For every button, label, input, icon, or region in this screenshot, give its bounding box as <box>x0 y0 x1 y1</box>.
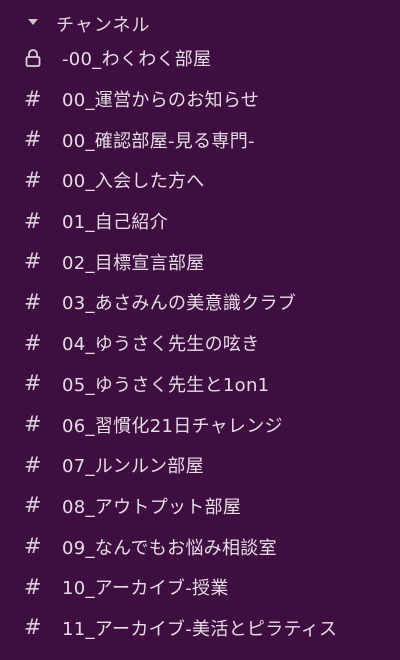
section-title: チャンネル <box>56 15 151 36</box>
channel-item-self-intro[interactable]: # 01_自己紹介 <box>0 201 400 242</box>
hash-icon: # <box>24 127 42 152</box>
channel-name: 04_ゆうさく先生の呟き <box>62 334 260 356</box>
hash-icon: # <box>24 534 42 559</box>
channel-item-archive-pilates[interactable]: # 11_アーカイブ-美活とピラティス <box>0 608 400 649</box>
channel-item-beauty-club[interactable]: # 03_あさみんの美意識クラブ <box>0 282 400 323</box>
channel-item-habit-challenge[interactable]: # 06_習慣化21日チャレンジ <box>0 404 400 445</box>
channel-name: 07_ルンルン部屋 <box>62 456 204 478</box>
hash-icon: # <box>24 208 42 233</box>
channel-item-announcements[interactable]: # 00_運営からのお知らせ <box>0 79 400 120</box>
hash-icon: # <box>24 371 42 396</box>
channel-name: 05_ゆうさく先生と1on1 <box>62 374 270 396</box>
hash-icon: # <box>24 574 42 599</box>
channel-name: 01_自己紹介 <box>62 212 169 234</box>
channel-name: 08_アウトプット部屋 <box>62 496 242 518</box>
hash-icon: # <box>24 86 42 111</box>
channel-item-runrun[interactable]: # 07_ルンルン部屋 <box>0 445 400 486</box>
channel-name: 06_習慣化21日チャレンジ <box>62 415 283 437</box>
channel-item-goals[interactable]: # 02_目標宣言部屋 <box>0 241 400 282</box>
channel-name: 11_アーカイブ-美活とピラティス <box>62 618 338 640</box>
channel-name: 10_アーカイブ-授業 <box>62 578 229 600</box>
hash-icon: # <box>24 452 42 477</box>
hash-icon: # <box>24 289 42 314</box>
channel-sidebar: チャンネル -00_わくわく部屋 # 00_運営からのお知らせ # 00_確認部… <box>0 0 400 660</box>
hash-icon: # <box>24 615 42 640</box>
channel-item-archive-lessons[interactable]: # 10_アーカイブ-授業 <box>0 567 400 608</box>
channel-name: -00_わくわく部屋 <box>62 49 212 71</box>
channel-name: 09_なんでもお悩み相談室 <box>62 537 277 559</box>
caret-down-icon[interactable] <box>28 19 38 25</box>
hash-icon: # <box>24 249 42 274</box>
channel-name: 00_入会した方へ <box>62 171 205 193</box>
hash-icon: # <box>24 167 42 192</box>
channel-name: 00_運営からのお知らせ <box>62 90 260 112</box>
channel-name: 02_目標宣言部屋 <box>62 252 205 274</box>
channel-name: 03_あさみんの美意識クラブ <box>62 293 297 315</box>
channel-item-yusaku-1on1[interactable]: # 05_ゆうさく先生と1on1 <box>0 364 400 405</box>
channel-name: 00_確認部屋-見る専門- <box>62 130 255 152</box>
channel-item-wakuwaku[interactable]: -00_わくわく部屋 <box>0 38 400 79</box>
channel-item-yusaku-murmurs[interactable]: # 04_ゆうさく先生の呟き <box>0 323 400 364</box>
lock-icon <box>24 48 50 68</box>
hash-icon: # <box>24 412 42 437</box>
channel-item-consultation[interactable]: # 09_なんでもお悩み相談室 <box>0 526 400 567</box>
channel-item-confirm-room[interactable]: # 00_確認部屋-見る専門- <box>0 119 400 160</box>
channels-section-header[interactable]: チャンネル <box>0 0 400 38</box>
channel-list: -00_わくわく部屋 # 00_運営からのお知らせ # 00_確認部屋-見る専門… <box>0 38 400 648</box>
hash-icon: # <box>24 330 42 355</box>
channel-item-output[interactable]: # 08_アウトプット部屋 <box>0 486 400 527</box>
channel-item-new-members[interactable]: # 00_入会した方へ <box>0 160 400 201</box>
hash-icon: # <box>24 493 42 518</box>
